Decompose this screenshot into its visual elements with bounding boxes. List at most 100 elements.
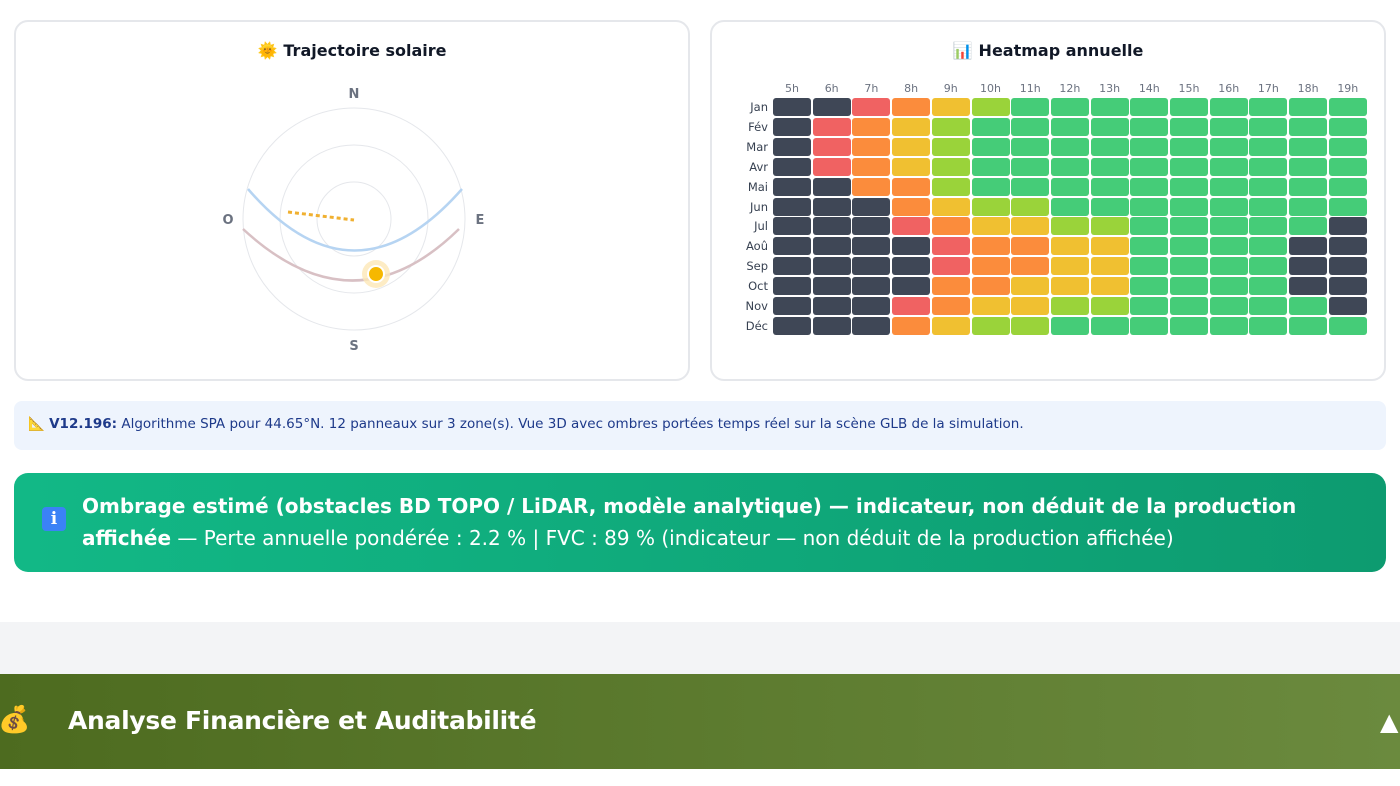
heatmap-cell bbox=[1289, 277, 1328, 296]
heatmap-month-label: Aoû bbox=[746, 239, 768, 254]
heatmap-cell bbox=[773, 197, 811, 216]
shading-banner-detail: — Perte annuelle pondérée : 2.2 % | FVC … bbox=[171, 526, 1174, 550]
collapse-caret-icon[interactable]: ▲ bbox=[1380, 708, 1398, 736]
heatmap-cell bbox=[852, 217, 891, 236]
winter-sun-path bbox=[242, 228, 460, 282]
heatmap-cell bbox=[852, 277, 891, 296]
heatmap-cell bbox=[1328, 257, 1367, 276]
heatmap-cell bbox=[1050, 157, 1089, 176]
heatmap-cell bbox=[1011, 157, 1050, 176]
heatmap-hour-label: 19h bbox=[1337, 82, 1359, 95]
heatmap-hour-label: 17h bbox=[1257, 82, 1279, 95]
heatmap-cell bbox=[971, 177, 1010, 196]
shading-banner: i Ombrage estimé (obstacles BD TOPO / Li… bbox=[14, 473, 1386, 572]
heatmap-cell bbox=[1011, 98, 1050, 116]
version-info-strip: 📐 V12.196: Algorithme SPA pour 44.65°N. … bbox=[14, 401, 1386, 450]
heatmap-cell bbox=[773, 237, 811, 256]
heatmap-cell bbox=[892, 197, 931, 216]
section-separator bbox=[0, 622, 1400, 674]
heatmap-cell bbox=[1050, 297, 1089, 315]
compass-south: S bbox=[349, 339, 358, 354]
sun-azimuth-line bbox=[287, 210, 355, 222]
heatmap-hour-label: 10h bbox=[980, 82, 1001, 95]
heatmap-hour-label: 13h bbox=[1099, 82, 1121, 95]
heatmap-cell bbox=[1170, 177, 1208, 196]
heatmap-cell bbox=[1328, 137, 1367, 156]
heatmap-card: 📊 Heatmap annuelle 5h 6h 7h 8h 9h 10h 11h 12h 13h… bbox=[710, 20, 1386, 381]
heatmap-cell bbox=[971, 257, 1010, 276]
heatmap-cell bbox=[1090, 316, 1129, 335]
heatmap-cell bbox=[1249, 157, 1288, 176]
heatmap-cell bbox=[773, 117, 811, 136]
heatmap-cell bbox=[1130, 257, 1169, 276]
heatmap-cell bbox=[892, 137, 931, 156]
heatmap-cell bbox=[1249, 316, 1288, 335]
financial-section-header[interactable]: 💰 Analyse Financière et Auditabilité ▲ bbox=[0, 674, 1400, 769]
heatmap-cell bbox=[852, 197, 891, 216]
heatmap-month-label: Sep bbox=[746, 259, 768, 274]
heatmap-cell bbox=[931, 257, 970, 276]
heatmap-cell bbox=[1170, 157, 1208, 176]
heatmap-cell bbox=[1249, 137, 1288, 156]
heatmap-cell bbox=[812, 137, 851, 156]
page: 🌞 Trajectoire solaire N S E O 📊 Heatmap an… bbox=[0, 0, 1400, 786]
heatmap-cell bbox=[1170, 197, 1208, 216]
heatmap-cell bbox=[1130, 177, 1169, 196]
heatmap-cell bbox=[1130, 237, 1169, 256]
heatmap-cell bbox=[1289, 316, 1328, 335]
heatmap-cell bbox=[1249, 98, 1288, 116]
heatmap-cell bbox=[931, 98, 970, 116]
heatmap-cell bbox=[1209, 237, 1248, 256]
heatmap-cell bbox=[1011, 217, 1050, 236]
heatmap-hour-label: 16h bbox=[1218, 82, 1240, 95]
heatmap-cell bbox=[773, 157, 811, 176]
heatmap-cell bbox=[1289, 257, 1328, 276]
version-description: Algorithme SPA pour 44.65°N. 12 panneaux… bbox=[117, 416, 1024, 432]
heatmap-cell bbox=[1050, 237, 1089, 256]
heatmap-cell bbox=[892, 237, 931, 256]
heatmap-cell bbox=[1328, 217, 1367, 236]
summer-sun-path bbox=[247, 188, 463, 252]
heatmap-cell bbox=[1170, 137, 1208, 156]
heatmap-cell bbox=[971, 217, 1010, 236]
heatmap-cell bbox=[1209, 117, 1248, 136]
heatmap-cell bbox=[773, 316, 811, 335]
heatmap-cell bbox=[1170, 297, 1208, 315]
heatmap-cell bbox=[1209, 197, 1248, 216]
heatmap-cell bbox=[1249, 217, 1288, 236]
heatmap-cell bbox=[1289, 197, 1328, 216]
heatmap-cell bbox=[892, 217, 931, 236]
heatmap-cell bbox=[1090, 117, 1129, 136]
heatmap-cell bbox=[1209, 177, 1248, 196]
heatmap-cell bbox=[1249, 297, 1288, 315]
heatmap-cell bbox=[773, 217, 811, 236]
heatmap-cell bbox=[1011, 197, 1050, 216]
heatmap-card-title-text: Heatmap annuelle bbox=[978, 41, 1144, 60]
heatmap-cell bbox=[1209, 257, 1248, 276]
heatmap-cell bbox=[1328, 157, 1367, 176]
heatmap-cell bbox=[1011, 237, 1050, 256]
heatmap-hour-label: 6h bbox=[824, 82, 839, 95]
heatmap-cell bbox=[892, 316, 931, 335]
heatmap-cell bbox=[852, 297, 891, 315]
heatmap-month-label: Nov bbox=[745, 299, 768, 313]
heatmap-cell bbox=[1289, 297, 1328, 315]
heatmap-cell bbox=[852, 157, 891, 176]
heatmap-cell bbox=[812, 157, 851, 176]
heatmap-cell bbox=[1130, 316, 1169, 335]
solar-polar-chart: N S E O bbox=[222, 87, 484, 354]
heatmap-cell bbox=[971, 316, 1010, 335]
heatmap-cell bbox=[931, 157, 970, 176]
heatmap-hour-label: 5h bbox=[785, 82, 799, 95]
heatmap-cell bbox=[1050, 197, 1089, 216]
heatmap-cell bbox=[773, 137, 811, 156]
heatmap-cell bbox=[1130, 297, 1169, 315]
heatmap-cell bbox=[1090, 217, 1129, 236]
heatmap-cell bbox=[931, 137, 970, 156]
heatmap-cell bbox=[812, 297, 851, 315]
heatmap-cell bbox=[1289, 237, 1328, 256]
heatmap-cell bbox=[1328, 237, 1367, 256]
heatmap-cell bbox=[931, 117, 970, 136]
heatmap-cell bbox=[1130, 157, 1169, 176]
heatmap-card-title: 📊 Heatmap annuelle bbox=[712, 41, 1384, 60]
